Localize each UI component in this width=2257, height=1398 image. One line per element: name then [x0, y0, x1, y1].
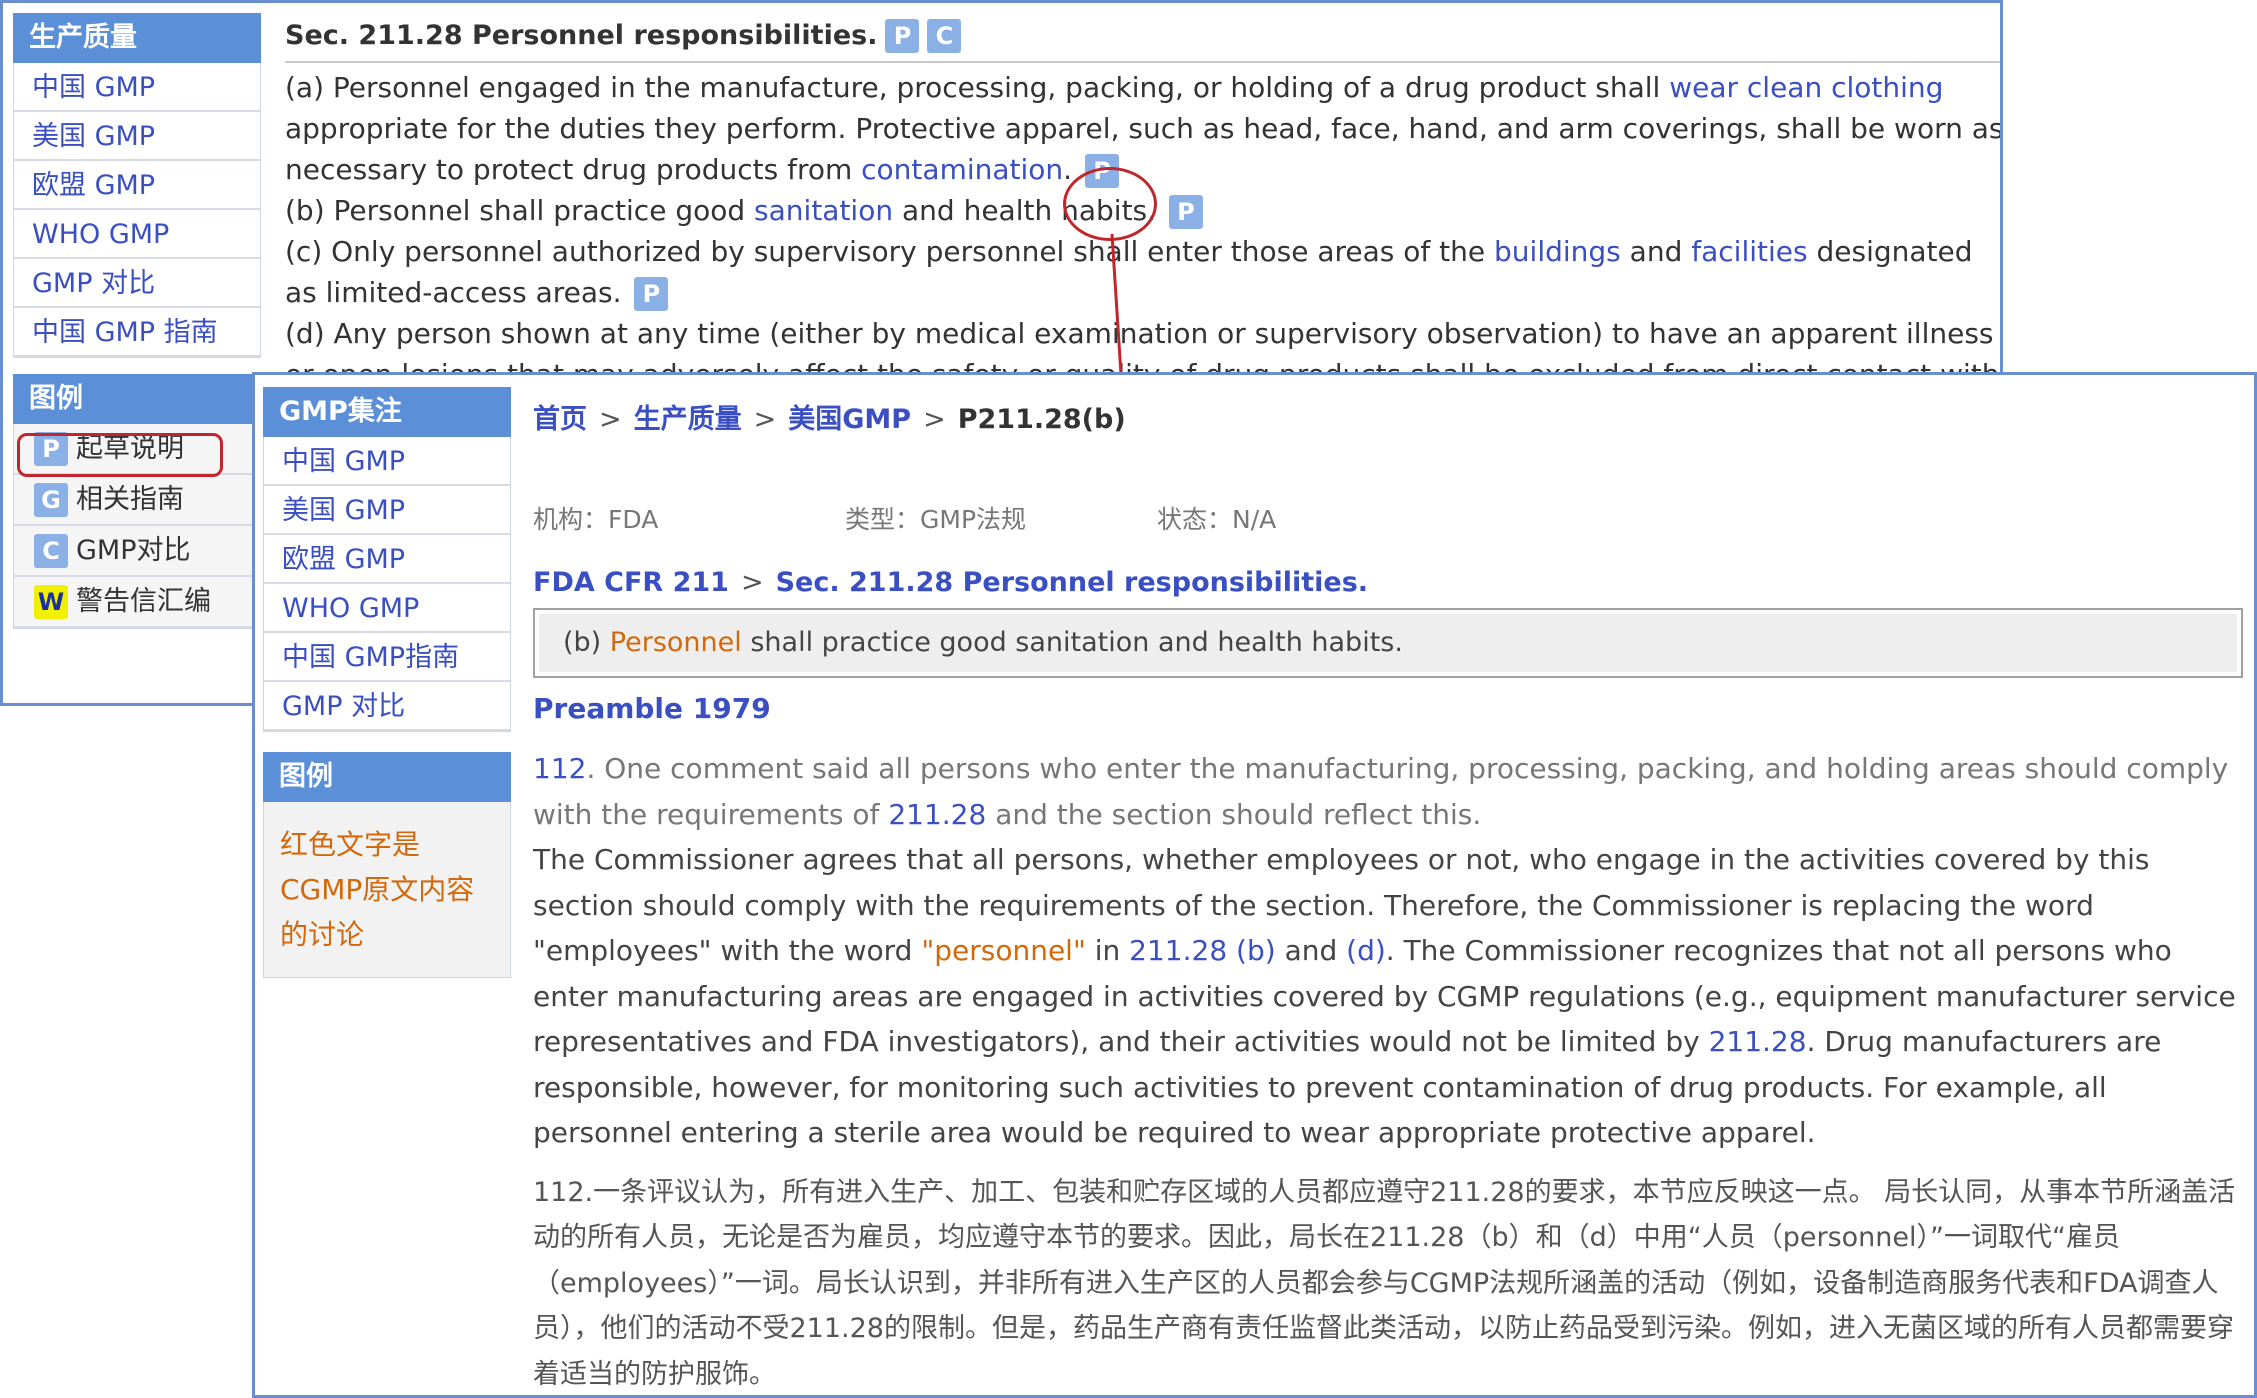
- back-sidebar-item-who-gmp[interactable]: WHO GMP: [14, 210, 260, 259]
- quote-highlight: Personnel: [609, 627, 742, 658]
- legend-item-related-guides[interactable]: G 相关指南: [14, 475, 260, 526]
- link-211-28-b[interactable]: 211.28 (b): [1129, 934, 1276, 967]
- link-sanitation[interactable]: sanitation: [754, 194, 893, 227]
- link-211-28[interactable]: 211.28: [1709, 1025, 1807, 1058]
- front-sidebar-item-us-gmp[interactable]: 美国 GMP: [264, 486, 510, 535]
- regulation-quote: (b) Personnel shall practice good sanita…: [533, 608, 2243, 678]
- response-paragraph: The Commissioner agrees that all persons…: [533, 837, 2243, 1156]
- breadcrumb-separator: >: [923, 404, 946, 435]
- p-badge-icon[interactable]: P: [885, 19, 920, 53]
- back-sidebar-item-china-gmp-guide[interactable]: 中国 GMP 指南: [14, 308, 260, 357]
- breadcrumb-separator: >: [753, 404, 777, 435]
- meta-type: 类型：GMP法规: [845, 505, 1027, 534]
- link-211-28[interactable]: 211.28: [888, 798, 986, 831]
- cfr-separator: >: [740, 567, 764, 598]
- back-legend-title: 图例: [13, 374, 261, 424]
- paragraph-a: (a) Personnel engaged in the manufacture…: [285, 67, 2003, 190]
- p-badge-icon[interactable]: P: [1168, 195, 1203, 229]
- comment-paragraph: 112. One comment said all persons who en…: [533, 746, 2243, 837]
- breadcrumb-current: P211.28(b): [957, 404, 1126, 435]
- back-sidebar-title: 生产质量: [13, 13, 261, 63]
- breadcrumb-separator: >: [599, 404, 622, 435]
- front-legend-title: 图例: [263, 752, 511, 802]
- g-badge-icon: G: [34, 482, 68, 517]
- w-badge-icon: W: [34, 584, 68, 619]
- meta-agency: 机构：FDA: [533, 505, 659, 534]
- section-title-text: Sec. 211.28 Personnel responsibilities.: [285, 20, 878, 51]
- front-sidebar-item-china-gmp-guide[interactable]: 中国 GMP指南: [264, 633, 510, 682]
- p-badge-icon[interactable]: P: [634, 277, 669, 311]
- c-badge-icon: C: [34, 533, 68, 568]
- front-window: GMP集注 中国 GMP 美国 GMP 欧盟 GMP WHO GMP 中国 GM…: [252, 372, 2257, 1398]
- preamble-title: Preamble 1979: [533, 692, 771, 725]
- link-contamination[interactable]: contamination: [861, 153, 1063, 186]
- cfr-part-link[interactable]: FDA CFR 211: [533, 567, 729, 598]
- text: appropriate for the duties they perform.…: [285, 112, 2003, 186]
- link-d[interactable]: (d): [1346, 934, 1386, 967]
- meta-row: 机构：FDA 类型：GMP法规 状态：N/A: [533, 500, 2243, 540]
- link-facilities[interactable]: facilities: [1691, 235, 1807, 268]
- meta-status: 状态：N/A: [1157, 505, 1277, 534]
- breadcrumb-production-quality[interactable]: 生产质量: [634, 404, 742, 435]
- front-sidebar-title: GMP集注: [263, 387, 511, 437]
- text: (a) Personnel engaged in the manufacture…: [285, 71, 1670, 104]
- front-sidebar-item-china-gmp[interactable]: 中国 GMP: [264, 437, 510, 486]
- legend-label: GMP对比: [76, 535, 191, 566]
- legend-item-warning-letters[interactable]: W 警告信汇编: [14, 577, 260, 628]
- cfr-path: FDA CFR 211 > Sec. 211.28 Personnel respon…: [533, 560, 2243, 606]
- front-sidebar: GMP集注 中国 GMP 美国 GMP 欧盟 GMP WHO GMP 中国 GM…: [263, 387, 511, 732]
- back-sidebar-item-us-gmp[interactable]: 美国 GMP: [14, 112, 260, 161]
- front-content: 首页 > 生产质量 > 美国GMP > P211.28(b) 机构：FDA 类型：GMP法规…: [533, 395, 2243, 1395]
- link-wear-clean-clothing[interactable]: wear clean clothing: [1669, 71, 1943, 104]
- c-badge-icon[interactable]: C: [927, 19, 962, 53]
- back-sidebar-item-gmp-compare[interactable]: GMP 对比: [14, 259, 260, 308]
- text: and: [1275, 934, 1347, 967]
- back-legend: 图例 P 起草说明 G 相关指南 C GMP对比 W 警告信汇编: [13, 374, 261, 629]
- text: in: [1085, 934, 1130, 967]
- legend-label: 警告信汇编: [76, 586, 211, 617]
- text: .: [1063, 153, 1073, 186]
- annotation-highlight-box: [17, 433, 223, 477]
- back-sidebar: 生产质量 中国 GMP 美国 GMP 欧盟 GMP WHO GMP GMP 对比…: [13, 13, 261, 358]
- paragraph-c: (c) Only personnel authorized by supervi…: [285, 231, 2000, 313]
- breadcrumb-us-gmp[interactable]: 美国GMP: [788, 404, 911, 435]
- highlight-personnel: "personnel": [921, 934, 1086, 967]
- front-legend: 图例 红色文字是CGMP原文内容的讨论: [263, 752, 511, 978]
- front-sidebar-item-who-gmp[interactable]: WHO GMP: [264, 584, 510, 633]
- back-sidebar-list: 中国 GMP 美国 GMP 欧盟 GMP WHO GMP GMP 对比 中国 G…: [13, 63, 261, 358]
- legend-item-gmp-compare[interactable]: C GMP对比: [14, 526, 260, 577]
- text: (b) Personnel shall practice good: [285, 194, 755, 227]
- breadcrumb: 首页 > 生产质量 > 美国GMP > P211.28(b): [533, 395, 2243, 445]
- comment-number-link[interactable]: 112: [533, 752, 586, 785]
- front-sidebar-item-eu-gmp[interactable]: 欧盟 GMP: [264, 535, 510, 584]
- text: and: [1620, 235, 1692, 268]
- link-buildings[interactable]: buildings: [1494, 235, 1621, 268]
- text: and the section should reflect this.: [986, 797, 1482, 831]
- back-sidebar-item-china-gmp[interactable]: 中国 GMP: [14, 63, 260, 112]
- front-sidebar-list: 中国 GMP 美国 GMP 欧盟 GMP WHO GMP 中国 GMP指南 GM…: [263, 437, 511, 732]
- chinese-translation: 112.一条评议认为，所有进入生产、加工、包装和贮存区域的人员都应遵守211.2…: [533, 1176, 2236, 1390]
- legend-note: 红色文字是CGMP原文内容的讨论: [263, 802, 511, 978]
- breadcrumb-home[interactable]: 首页: [533, 404, 587, 435]
- legend-label: 相关指南: [76, 484, 184, 515]
- text: shall practice good sanitation and healt…: [741, 627, 1403, 658]
- section-title: Sec. 211.28 Personnel responsibilities. …: [285, 11, 2000, 63]
- front-sidebar-item-gmp-compare[interactable]: GMP 对比: [264, 682, 510, 731]
- text: (b): [563, 627, 610, 658]
- back-sidebar-item-eu-gmp[interactable]: 欧盟 GMP: [14, 161, 260, 210]
- cfr-section-link[interactable]: Sec. 211.28 Personnel responsibilities.: [776, 567, 1368, 598]
- text: (c) Only personnel authorized by supervi…: [285, 235, 1495, 268]
